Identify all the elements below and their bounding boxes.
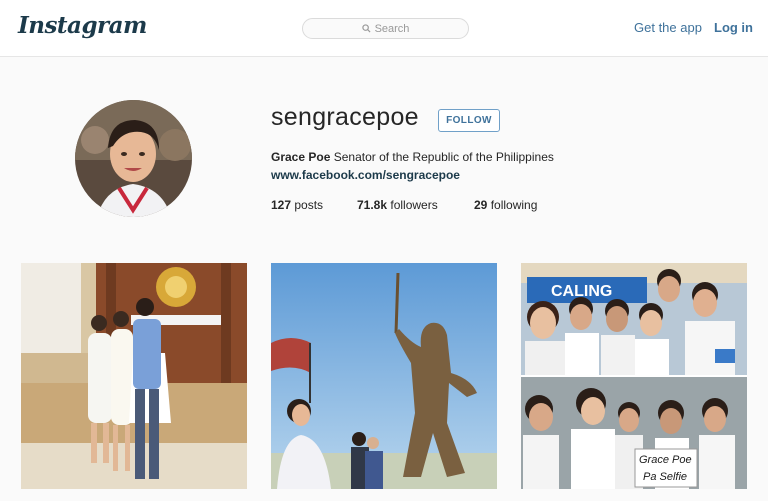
following-count: 29 bbox=[474, 198, 488, 212]
instagram-logo[interactable]: Instagram bbox=[18, 11, 147, 41]
posts-count: 127 bbox=[271, 198, 292, 212]
post-thumbnail-3[interactable]: CALING Grace Poe Pa Selfie bbox=[521, 263, 747, 489]
login-link[interactable]: Log in bbox=[714, 20, 753, 35]
search-icon bbox=[361, 24, 371, 33]
top-navigation-bar: Instagram Search Get the app Log in bbox=[0, 0, 768, 57]
post-thumbnail-2[interactable] bbox=[271, 263, 497, 489]
profile-avatar bbox=[75, 100, 192, 217]
post-thumbnail-1[interactable] bbox=[21, 263, 247, 489]
profile-bio-text: Senator of the Republic of the Philippin… bbox=[333, 150, 554, 164]
follow-button[interactable]: FOLLOW bbox=[438, 109, 500, 132]
search-placeholder: Search bbox=[374, 22, 410, 35]
get-the-app-link[interactable]: Get the app bbox=[634, 20, 702, 35]
posts-label: posts bbox=[294, 198, 324, 212]
followers-stat[interactable]: 71.8k followers bbox=[357, 198, 438, 212]
photo3-sign-line1: Grace Poe bbox=[639, 454, 692, 466]
posts-stat: 127 posts bbox=[271, 198, 323, 212]
search-input[interactable]: Search bbox=[302, 18, 469, 39]
profile-full-name: Grace Poe bbox=[271, 150, 331, 164]
profile-username: sengracepoe bbox=[271, 103, 419, 131]
following-stat[interactable]: 29 following bbox=[474, 198, 537, 212]
following-label: following bbox=[490, 198, 538, 212]
profile-bio: Grace Poe Senator of the Republic of the… bbox=[271, 150, 554, 164]
profile-website-link[interactable]: www.facebook.com/sengracepoe bbox=[271, 168, 460, 182]
followers-label: followers bbox=[390, 198, 438, 212]
followers-count: 71.8k bbox=[357, 198, 388, 212]
photo3-sign-line2: Pa Selfie bbox=[643, 471, 687, 483]
